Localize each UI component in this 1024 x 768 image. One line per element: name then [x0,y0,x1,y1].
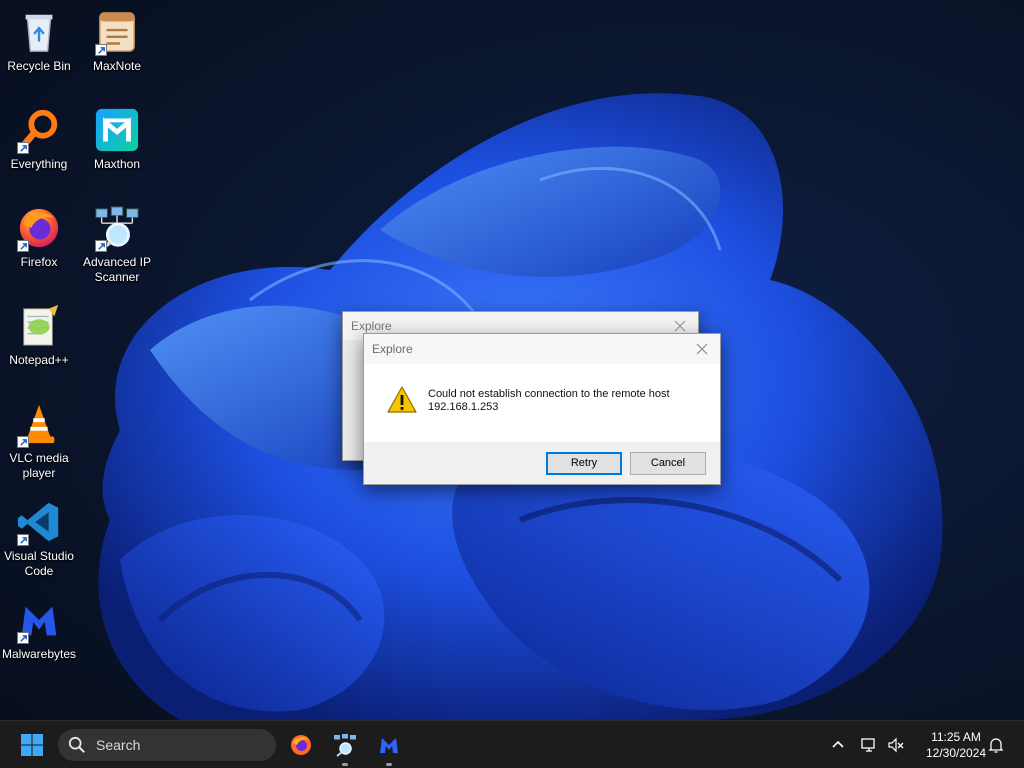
malwarebytes-icon [380,738,398,753]
message-line: Could not establish connection to the re… [428,388,670,400]
desktop-icon-maxthon[interactable]: Maxthon [80,106,154,172]
advanced-ip-scanner-icon [93,204,141,252]
close-icon [674,320,686,332]
chevron-up-icon [832,740,844,748]
desktop-icon-malwarebytes[interactable]: Malwarebytes [2,596,76,662]
search-placeholder: Search [96,737,141,753]
desktop-icon-label: Everything [10,157,68,171]
shortcut-arrow-icon [17,436,29,448]
desktop-icon-everything[interactable]: Everything [2,106,76,172]
notifications-button[interactable] [984,733,1008,757]
show-hidden-icons-button[interactable] [826,733,850,757]
dialog-body: Could not establish connection to the re… [364,364,720,442]
dialog-explore[interactable]: Explore Could not establish connection t… [363,333,721,485]
firefox-icon [291,735,311,755]
notepad-plus-plus-icon [15,302,63,350]
retry-button[interactable]: Retry [546,451,622,475]
shortcut-arrow-icon [95,240,107,252]
desktop-icon-label: Visual Studio Code [4,549,74,578]
advanced-ip-scanner-icon [334,734,356,757]
desktop-icon-advanced-ip-scanner[interactable]: Advanced IP Scanner [80,204,154,285]
taskbar-app-firefox[interactable] [281,721,321,768]
maxnote-icon [93,8,141,56]
taskbar-app-malwarebytes[interactable] [369,721,409,768]
taskbar: Search 11:25 AM 12/30/2024 [0,720,1024,768]
desktop-icon-vscode[interactable]: Visual Studio Code [2,498,76,579]
message-ip-address: 192.168.1.253 [428,401,499,413]
everything-icon [15,106,63,154]
dialog-title: Explore [351,319,392,333]
maxthon-icon [93,106,141,154]
shortcut-arrow-icon [17,142,29,154]
desktop-icon-vlc[interactable]: VLC media player [2,400,76,481]
desktop-icon-label: Advanced IP Scanner [82,255,152,284]
dialog-title: Explore [372,342,413,356]
search-icon [68,736,85,753]
desktop-icon-notepad-plus-plus[interactable]: Notepad++ [2,302,76,368]
warning-icon [386,384,418,416]
desktop-icon-maxnote[interactable]: MaxNote [80,8,154,74]
start-button[interactable] [12,721,52,768]
shortcut-arrow-icon [17,632,29,644]
network-status-button[interactable] [857,733,881,757]
taskbar-search-box[interactable]: Search [58,729,276,761]
windows-logo-icon [21,734,43,756]
shortcut-arrow-icon [17,534,29,546]
desktop-icon-label: MaxNote [92,59,142,73]
volume-button[interactable] [884,733,908,757]
dialog-titlebar[interactable]: Explore [364,334,720,364]
firefox-icon [15,204,63,252]
shortcut-arrow-icon [95,44,107,56]
desktop-icon-label: Firefox [20,255,58,269]
vscode-icon [15,498,63,546]
taskbar-app-advanced-ip-scanner[interactable] [325,721,365,768]
shortcut-arrow-icon [17,240,29,252]
bell-icon [988,738,1004,753]
close-button[interactable] [684,334,720,364]
dialog-footer: Retry Cancel [364,442,720,484]
desktop-icon-label: Maxthon [93,157,141,171]
desktop-icon-firefox[interactable]: Firefox [2,204,76,270]
speaker-muted-icon [888,737,904,753]
network-ethernet-icon [861,738,875,752]
desktop-icon-label: Recycle Bin [7,59,71,73]
vlc-icon [15,400,63,448]
desktop-icon-recycle-bin[interactable]: Recycle Bin [2,8,76,74]
desktop-icon-label: Notepad++ [9,353,69,367]
desktop-icon-label: Malwarebytes [1,647,77,661]
close-icon [696,343,708,355]
desktop-icon-label: VLC media player [9,451,69,480]
recycle-bin-icon [15,8,63,56]
dialog-message: Could not establish connection to the re… [428,388,670,414]
cancel-button[interactable]: Cancel [630,451,706,475]
malwarebytes-icon [15,596,63,644]
